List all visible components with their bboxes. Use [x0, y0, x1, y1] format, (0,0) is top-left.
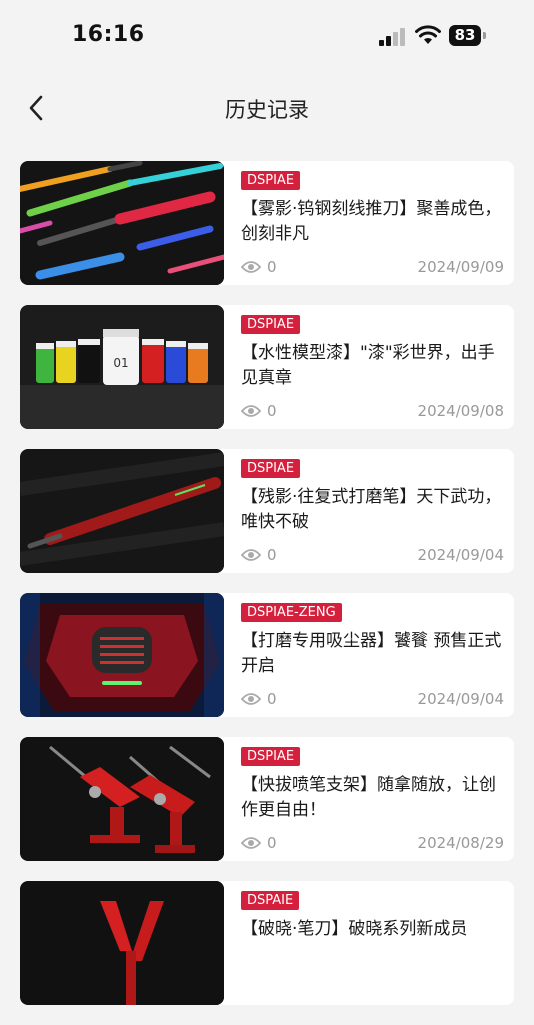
thumbnail-image — [20, 449, 224, 573]
brand-tag: DSPIAE — [241, 171, 301, 190]
item-title: 【破晓·笔刀】破晓系列新成员 — [241, 919, 468, 939]
view-count: 0 — [267, 546, 277, 564]
list-item[interactable]: 01 DSPIAE 【水性模型漆】"漆"彩世界，出手见真章 0 2024/09/… — [20, 305, 514, 429]
view-stats: 0 — [241, 258, 277, 276]
item-date: 2024/09/08 — [417, 402, 504, 420]
thumbnail-image — [20, 593, 224, 717]
item-title: 【快拔喷笔支架】随拿随放，让创作更自由！ — [241, 775, 496, 820]
view-count: 0 — [267, 690, 277, 708]
item-title: 【水性模型漆】"漆"彩世界，出手见真章 — [241, 343, 495, 388]
brand-tag: DSPIAE — [241, 747, 301, 766]
eye-icon — [241, 837, 261, 849]
list-item[interactable]: DSPAIE 【破晓·笔刀】破晓系列新成员 — [20, 881, 514, 1005]
eye-icon — [241, 693, 261, 705]
thumbnail-image — [20, 161, 224, 285]
eye-icon — [241, 261, 261, 273]
item-date: 2024/09/04 — [417, 690, 504, 708]
page-title: 历史记录 — [225, 98, 309, 122]
brand-tag: DSPAIE — [241, 891, 300, 910]
brand-tag: DSPIAE — [241, 315, 301, 334]
battery-tip — [483, 32, 486, 39]
status-bar: 16:16 83 — [0, 0, 534, 70]
view-stats: 0 — [241, 690, 277, 708]
status-time: 16:16 — [72, 22, 145, 47]
list-item[interactable]: DSPIAE 【雾影·钨钢刻线推刀】聚善成色，创刻非凡 0 2024/09/09 — [20, 161, 514, 285]
list-item[interactable]: DSPIAE 【快拔喷笔支架】随拿随放，让创作更自由！ 0 2024/08/29 — [20, 737, 514, 861]
nav-bar: 历史记录 — [0, 80, 534, 136]
view-stats: 0 — [241, 834, 277, 852]
view-stats: 0 — [241, 402, 277, 420]
view-count: 0 — [267, 258, 277, 276]
eye-icon — [241, 549, 261, 561]
view-count: 0 — [267, 402, 277, 420]
view-count: 0 — [267, 834, 277, 852]
list-item[interactable]: DSPIAE-ZENG 【打磨专用吸尘器】饕餮 预售正式开启 0 2024/09… — [20, 593, 514, 717]
item-date: 2024/08/29 — [417, 834, 504, 852]
eye-icon — [241, 405, 261, 417]
brand-tag: DSPIAE-ZENG — [241, 603, 342, 622]
list-item[interactable]: DSPIAE 【残影·往复式打磨笔】天下武功，唯快不破 0 2024/09/04 — [20, 449, 514, 573]
svg-text:01: 01 — [113, 356, 128, 370]
brand-tag: DSPIAE — [241, 459, 301, 478]
thumbnail-image — [20, 737, 224, 861]
item-title: 【残影·往复式打磨笔】天下武功，唯快不破 — [241, 487, 502, 532]
item-title: 【打磨专用吸尘器】饕餮 预售正式开启 — [241, 631, 502, 676]
item-date: 2024/09/04 — [417, 546, 504, 564]
item-date: 2024/09/09 — [417, 258, 504, 276]
battery-level: 83 — [449, 25, 481, 46]
view-stats: 0 — [241, 546, 277, 564]
history-list: DSPIAE 【雾影·钨钢刻线推刀】聚善成色，创刻非凡 0 2024/09/09 — [20, 161, 514, 1025]
item-title: 【雾影·钨钢刻线推刀】聚善成色，创刻非凡 — [241, 199, 502, 244]
thumbnail-image: 01 — [20, 305, 224, 429]
cellular-signal-icon — [379, 28, 405, 46]
thumbnail-image — [20, 881, 224, 1005]
wifi-icon — [415, 25, 441, 44]
